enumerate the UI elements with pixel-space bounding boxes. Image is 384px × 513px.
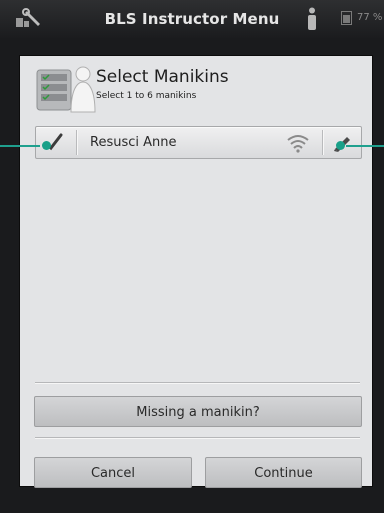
battery-icon <box>341 11 352 25</box>
manikin-row-resusci-anne[interactable]: Resusci Anne <box>35 126 362 159</box>
title-bar: BLS Instructor Menu 77 % <box>0 0 384 38</box>
callout-line-right <box>346 145 384 147</box>
continue-button[interactable]: Continue <box>205 457 362 488</box>
manikin-name: Resusci Anne <box>90 135 177 150</box>
row-divider <box>322 130 324 155</box>
callout-line-left <box>0 145 40 147</box>
manikin-checklist-icon <box>36 66 96 113</box>
dialog-title: Select Manikins <box>96 67 229 87</box>
person-icon <box>308 7 316 30</box>
app-title: BLS Instructor Menu <box>104 10 280 28</box>
cancel-button[interactable]: Cancel <box>34 457 192 488</box>
battery-percentage: 77 % <box>357 12 383 23</box>
wifi-icon <box>287 135 309 153</box>
divider <box>35 382 360 384</box>
row-divider <box>76 130 78 155</box>
callout-dot-left <box>42 141 51 150</box>
callout-dot-right <box>336 141 345 150</box>
missing-manikin-button[interactable]: Missing a manikin? <box>34 396 362 427</box>
dialog-subtitle: Select 1 to 6 manikins <box>96 91 197 101</box>
select-manikins-dialog: Select Manikins Select 1 to 6 manikins R… <box>20 56 372 488</box>
divider <box>35 437 360 439</box>
